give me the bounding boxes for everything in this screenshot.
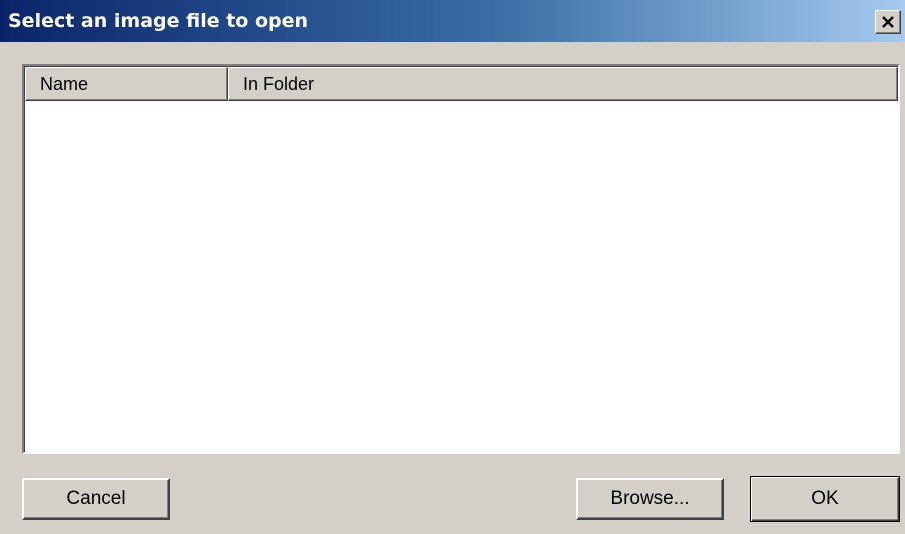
ok-button[interactable]: OK bbox=[750, 476, 900, 522]
cancel-button[interactable]: Cancel bbox=[22, 478, 170, 520]
open-image-dialog: Select an image file to open Name In Fol… bbox=[0, 0, 905, 534]
close-button[interactable] bbox=[875, 10, 901, 34]
window-title: Select an image file to open bbox=[8, 10, 309, 32]
list-header: Name In Folder bbox=[25, 67, 898, 101]
title-bar[interactable]: Select an image file to open bbox=[0, 0, 905, 42]
column-header-in-folder[interactable]: In Folder bbox=[228, 67, 898, 101]
browse-button[interactable]: Browse... bbox=[576, 478, 724, 520]
file-list-view[interactable]: Name In Folder bbox=[22, 64, 900, 454]
column-header-name[interactable]: Name bbox=[25, 67, 228, 101]
list-body[interactable] bbox=[25, 101, 898, 452]
close-icon bbox=[882, 16, 894, 28]
